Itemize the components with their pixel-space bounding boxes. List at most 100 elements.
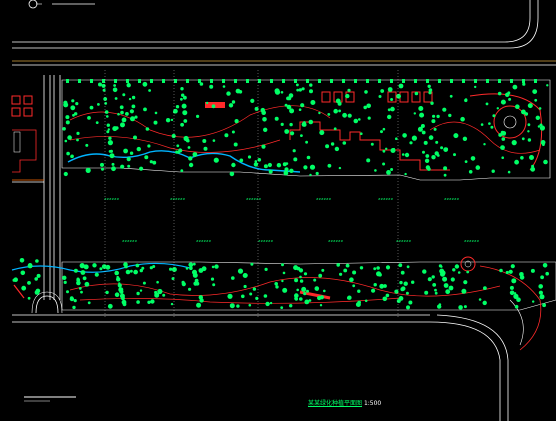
tree-symbol-icon [268, 169, 273, 174]
tree-symbol-icon [254, 106, 259, 111]
tree-symbol-icon [84, 281, 90, 287]
tree-symbol-icon [111, 162, 115, 166]
tree-symbol-icon [106, 130, 110, 134]
fence-post [354, 79, 357, 83]
tree-symbol-icon [104, 110, 109, 114]
tree-symbol-icon [131, 95, 136, 100]
tree-symbol-icon [35, 259, 39, 263]
tree-symbol-icon [382, 162, 386, 166]
fence-post [510, 79, 513, 83]
tree-symbol-icon [136, 291, 140, 296]
tree-symbol-icon [231, 130, 235, 134]
tree-symbol-icon [404, 172, 407, 176]
tree-symbol-icon [353, 118, 359, 124]
tree-symbol-icon [189, 266, 193, 271]
tree-symbol-icon [336, 263, 341, 267]
tree-symbol-icon [156, 280, 159, 284]
tree-symbol-icon [431, 119, 436, 124]
tree-symbol-icon [196, 302, 202, 308]
tree-symbol-icon [261, 144, 266, 149]
tree-symbol-icon [540, 275, 544, 280]
tree-symbol-icon [139, 166, 144, 171]
road-labels: ###### ###### ###### ###### ###### ###### ####… [104, 197, 480, 243]
tree-symbol-icon [126, 83, 131, 88]
road-label: ###### [104, 197, 120, 201]
tree-symbol-icon [482, 300, 487, 306]
tree-symbol-icon [394, 289, 399, 294]
tree-symbol-icon [299, 297, 303, 301]
tree-symbol-icon [527, 130, 530, 133]
tree-symbol-icon [104, 102, 108, 105]
tree-symbol-icon [111, 166, 116, 172]
tree-symbol-icon [112, 126, 118, 132]
compass-icon [28, 0, 95, 9]
tree-symbol-icon [313, 278, 317, 282]
tree-symbol-icon [123, 148, 128, 154]
tree-symbol-icon [130, 116, 135, 122]
tree-symbol-icon [231, 276, 235, 280]
tree-symbol-icon [95, 121, 99, 124]
tree-symbol-icon [211, 104, 216, 109]
tree-symbol-icon [373, 267, 377, 271]
tree-symbol-icon [125, 112, 129, 116]
tree-symbol-icon [330, 142, 335, 146]
tree-symbol-icon [280, 91, 284, 94]
tree-symbol-icon [319, 304, 323, 307]
tree-symbol-icon [131, 104, 136, 109]
tree-symbol-icon [129, 151, 134, 155]
tree-symbol-icon [214, 264, 219, 269]
fence-post [138, 79, 141, 83]
tree-symbol-icon [414, 91, 419, 96]
tree-symbol-icon [380, 130, 383, 134]
fence-post [438, 79, 441, 83]
tree-symbol-icon [497, 91, 502, 96]
tree-symbol-icon [141, 266, 145, 270]
tree-symbol-icon [63, 280, 67, 284]
tree-symbol-icon [373, 283, 377, 287]
fence-post [390, 79, 393, 83]
tree-symbol-icon [460, 116, 465, 122]
tree-symbol-icon [516, 297, 521, 303]
fence-post [78, 79, 81, 83]
fence-post [150, 79, 153, 83]
tree-symbol-icon [188, 156, 193, 161]
tree-symbol-icon [385, 293, 390, 298]
tree-symbol-icon [99, 267, 103, 271]
tree-symbol-icon [196, 114, 200, 118]
tree-symbol-icon [437, 305, 442, 309]
tree-symbol-icon [299, 279, 304, 283]
tree-symbol-icon [298, 88, 302, 92]
tree-symbol-icon [436, 114, 440, 119]
tree-symbol-icon [508, 269, 513, 274]
tree-symbol-icon [175, 150, 179, 154]
tree-symbol-icon [114, 97, 118, 100]
fence-post [534, 79, 537, 83]
drawing-scale: 1:500 [363, 400, 382, 407]
tree-symbol-icon [319, 130, 325, 136]
tree-symbol-icon [296, 88, 300, 92]
tree-symbol-icon [34, 277, 38, 281]
tree-symbol-icon [211, 265, 215, 269]
tree-symbol-icon [300, 103, 305, 108]
tree-symbol-icon [433, 127, 437, 131]
tree-symbol-icon [205, 101, 209, 105]
tree-symbol-icon [80, 290, 83, 294]
fence-post [66, 79, 69, 83]
tree-symbol-icon [233, 142, 238, 147]
tree-symbol-icon [507, 170, 511, 174]
tree-symbol-icon [539, 125, 546, 131]
tree-symbol-icon [149, 266, 153, 270]
fence-post [210, 79, 213, 83]
tree-symbol-icon [106, 123, 111, 127]
tree-symbol-icon [125, 269, 131, 275]
tree-symbol-icon [253, 162, 259, 167]
tree-symbol-icon [453, 153, 456, 157]
tree-symbol-icon [135, 263, 140, 268]
lower-planting-band [11, 256, 556, 351]
tree-symbol-icon [264, 267, 268, 271]
tree-symbol-icon [511, 278, 517, 284]
tree-symbol-icon [183, 95, 187, 100]
tree-symbols [12, 79, 549, 310]
tree-symbol-icon [228, 103, 234, 108]
tree-symbol-icon [21, 285, 27, 291]
